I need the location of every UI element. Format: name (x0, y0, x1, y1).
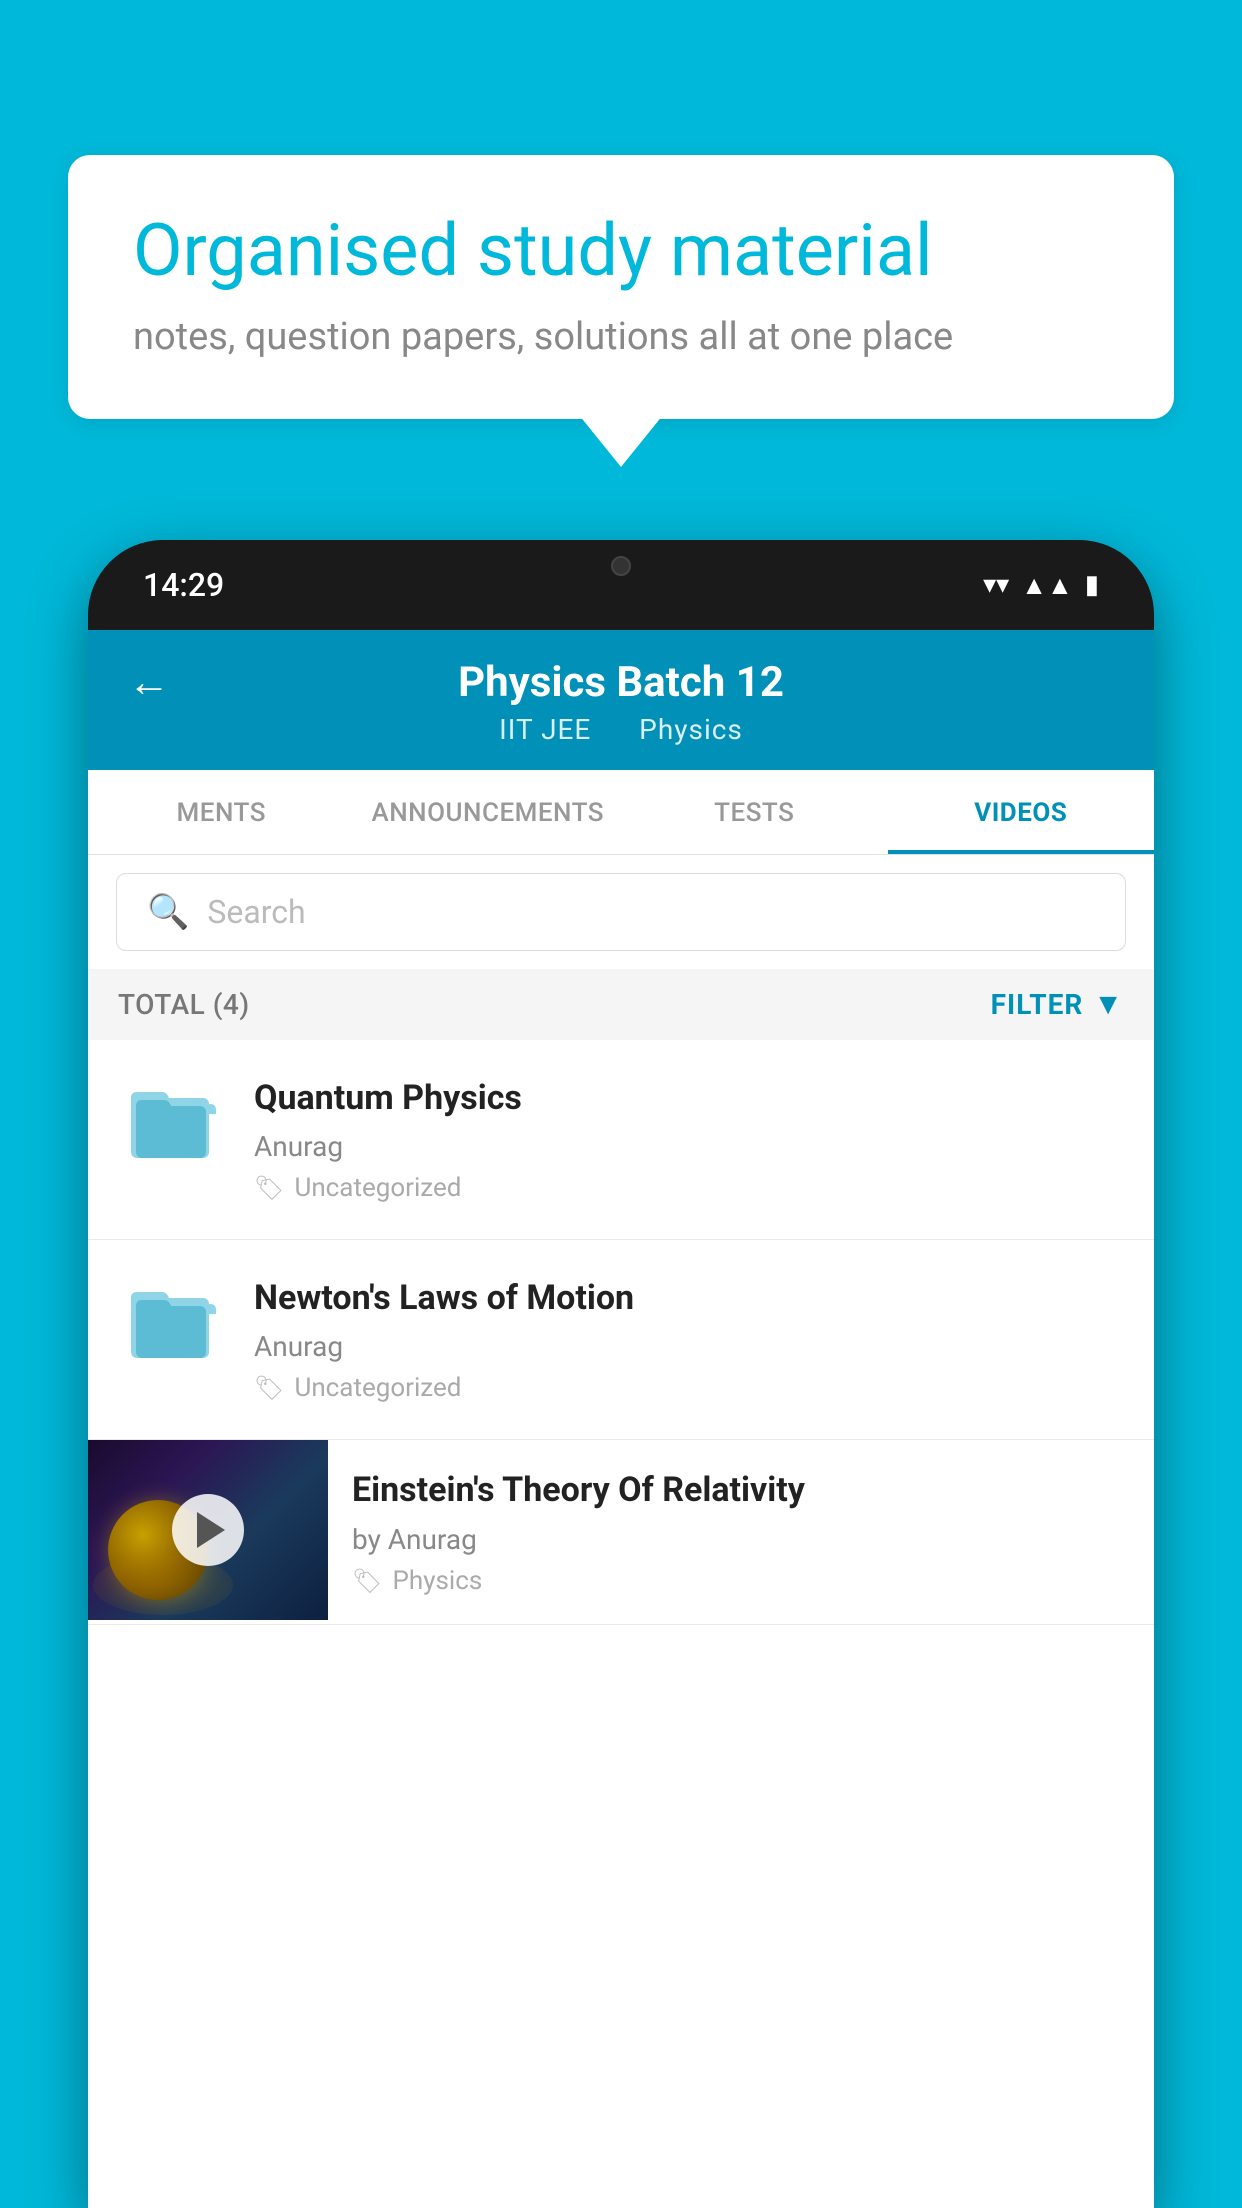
tag-icon-2: 🏷 (254, 1374, 284, 1402)
filter-funnel-icon: ▼ (1093, 987, 1124, 1022)
filter-bar: TOTAL (4) FILTER ▼ (88, 969, 1154, 1040)
search-placeholder: Search (207, 893, 305, 931)
video-tag: 🏷 Uncategorized (254, 1173, 1126, 1203)
tabs-bar: MENTS ANNOUNCEMENTS TESTS VIDEOS (88, 770, 1154, 855)
app-subtitle-physics: Physics (639, 713, 743, 746)
search-bar[interactable]: 🔍 Search (116, 873, 1126, 951)
video-folder-icon-area (116, 1076, 226, 1166)
filter-button[interactable]: FILTER ▼ (991, 987, 1124, 1022)
tag-icon-3: 🏷 (352, 1567, 382, 1595)
app-subtitle-iitjee: IIT JEE (499, 713, 591, 746)
total-count: TOTAL (4) (118, 988, 250, 1021)
thumb-video-info: Einstein's Theory Of Relativity by Anura… (328, 1440, 1154, 1623)
folder-icon (126, 1076, 216, 1166)
search-icon: 🔍 (147, 892, 189, 932)
list-item[interactable]: Quantum Physics Anurag 🏷 Uncategorized (88, 1040, 1154, 1240)
video-author-2: Anurag (254, 1330, 1126, 1363)
signal-icon: ▲▲ (1021, 570, 1072, 601)
tab-announcements[interactable]: ANNOUNCEMENTS (355, 770, 622, 854)
thumb-video-author: by Anurag (352, 1523, 1130, 1556)
tab-videos[interactable]: VIDEOS (888, 770, 1155, 854)
video-tag-2: 🏷 Uncategorized (254, 1373, 1126, 1403)
tag-icon: 🏷 (254, 1174, 284, 1202)
camera-dot (611, 556, 631, 576)
speech-bubble-subtext: notes, question papers, solutions all at… (133, 315, 1109, 359)
battery-icon: ▮ (1085, 570, 1099, 600)
header-top-row: ← Physics Batch 12 (128, 658, 1114, 707)
phone-time: 14:29 (143, 566, 224, 604)
tab-ments[interactable]: MENTS (88, 770, 355, 854)
thumb-video-title: Einstein's Theory Of Relativity (352, 1468, 1130, 1512)
app-screen: ← Physics Batch 12 IIT JEE Physics MENTS… (88, 630, 1154, 2208)
speech-bubble: Organised study material notes, question… (68, 155, 1174, 419)
play-button[interactable] (172, 1494, 244, 1566)
play-triangle-icon (197, 1512, 225, 1548)
list-item[interactable]: Newton's Laws of Motion Anurag 🏷 Uncateg… (88, 1240, 1154, 1440)
app-title: Physics Batch 12 (458, 658, 784, 707)
video-info: Quantum Physics Anurag 🏷 Uncategorized (254, 1076, 1126, 1203)
phone-notch (541, 540, 701, 592)
folder-icon-2 (126, 1276, 216, 1366)
wifi-icon: ▾▾ (983, 570, 1009, 600)
video-thumbnail-image (88, 1440, 328, 1620)
tag-label: Uncategorized (294, 1173, 461, 1203)
filter-label: FILTER (991, 988, 1084, 1021)
list-item-thumbnail[interactable]: Einstein's Theory Of Relativity by Anura… (88, 1440, 1154, 1624)
search-container: 🔍 Search (88, 855, 1154, 969)
video-author: Anurag (254, 1130, 1126, 1163)
speech-bubble-heading: Organised study material (133, 210, 1109, 293)
phone-frame: 14:29 ▾▾ ▲▲ ▮ ← Physics Batch 12 IIT JEE… (88, 540, 1154, 2208)
back-button[interactable]: ← (128, 658, 170, 707)
speech-bubble-container: Organised study material notes, question… (68, 155, 1174, 419)
tag-label-2: Uncategorized (294, 1373, 461, 1403)
video-title: Quantum Physics (254, 1076, 1126, 1120)
app-subtitle-separator (607, 713, 623, 746)
thumb-video-tag: 🏷 Physics (352, 1566, 1130, 1596)
app-header: ← Physics Batch 12 IIT JEE Physics (88, 630, 1154, 770)
tab-tests[interactable]: TESTS (621, 770, 888, 854)
video-info-2: Newton's Laws of Motion Anurag 🏷 Uncateg… (254, 1276, 1126, 1403)
status-icons: ▾▾ ▲▲ ▮ (983, 570, 1099, 601)
tag-label-3: Physics (392, 1566, 482, 1596)
app-subtitle-row: IIT JEE Physics (499, 713, 743, 746)
phone-status-bar: 14:29 ▾▾ ▲▲ ▮ (88, 540, 1154, 630)
video-folder-icon-area-2 (116, 1276, 226, 1366)
video-list: Quantum Physics Anurag 🏷 Uncategorized (88, 1040, 1154, 1625)
video-title-2: Newton's Laws of Motion (254, 1276, 1126, 1320)
